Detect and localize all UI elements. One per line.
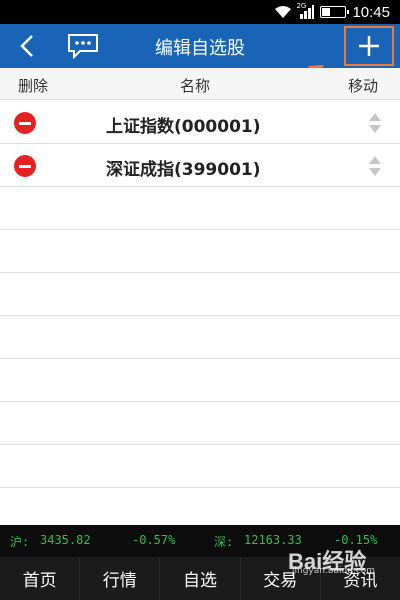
add-stock-button[interactable] (344, 26, 394, 66)
column-move: 移动 (347, 77, 378, 95)
wifi-icon (275, 6, 292, 18)
empty-row (0, 402, 400, 445)
signal-icon: 2G (296, 2, 315, 19)
network-type: 2G (296, 2, 307, 10)
drag-handle-icon[interactable] (368, 154, 382, 178)
index-ticker: 沪: 3435.82 -0.57% 深: 12163.33 -0.15% (0, 525, 400, 557)
sz-label: 深: (214, 535, 234, 549)
delete-icon[interactable] (14, 112, 36, 134)
drag-handle-icon[interactable] (368, 111, 382, 135)
plus-icon (359, 36, 379, 56)
stock-name: 深证成指(399001) (106, 160, 261, 180)
stock-row: 上证指数(000001) (0, 101, 400, 144)
column-name: 名称 (180, 77, 211, 95)
bottom-nav: 首页 行情 自选 交易 资讯 (0, 557, 400, 600)
nav-market[interactable]: 行情 (80, 557, 161, 600)
column-header: 删除 名称 移动 (0, 68, 400, 100)
stock-name: 上证指数(000001) (106, 117, 261, 137)
column-delete: 删除 (18, 77, 49, 95)
sh-value: 3435.82 (40, 533, 91, 547)
delete-icon[interactable] (14, 155, 36, 177)
nav-home[interactable]: 首页 (0, 557, 81, 600)
status-icons: 2G 10:45 (274, 2, 390, 21)
nav-trade[interactable]: 交易 (241, 557, 321, 600)
empty-row (0, 316, 400, 359)
empty-row (0, 187, 400, 230)
clock: 10:45 (352, 3, 390, 21)
sh-label: 沪: (10, 535, 30, 549)
sz-change: -0.15% (334, 533, 378, 547)
sz-value: 12163.33 (244, 533, 302, 547)
nav-watchlist[interactable]: 自选 (160, 557, 241, 600)
battery-icon (320, 6, 350, 18)
nav-news[interactable]: 资讯 (321, 557, 400, 600)
sh-change: -0.57% (132, 533, 176, 547)
stock-row: 深证成指(399001) (0, 144, 400, 187)
app-header: 编辑自选股 (0, 24, 400, 68)
page-title: 编辑自选股 (155, 38, 245, 59)
empty-row (0, 359, 400, 402)
empty-row (0, 273, 400, 316)
empty-row (0, 445, 400, 488)
empty-row (0, 230, 400, 273)
status-bar: 2G 10:45 (0, 0, 400, 24)
